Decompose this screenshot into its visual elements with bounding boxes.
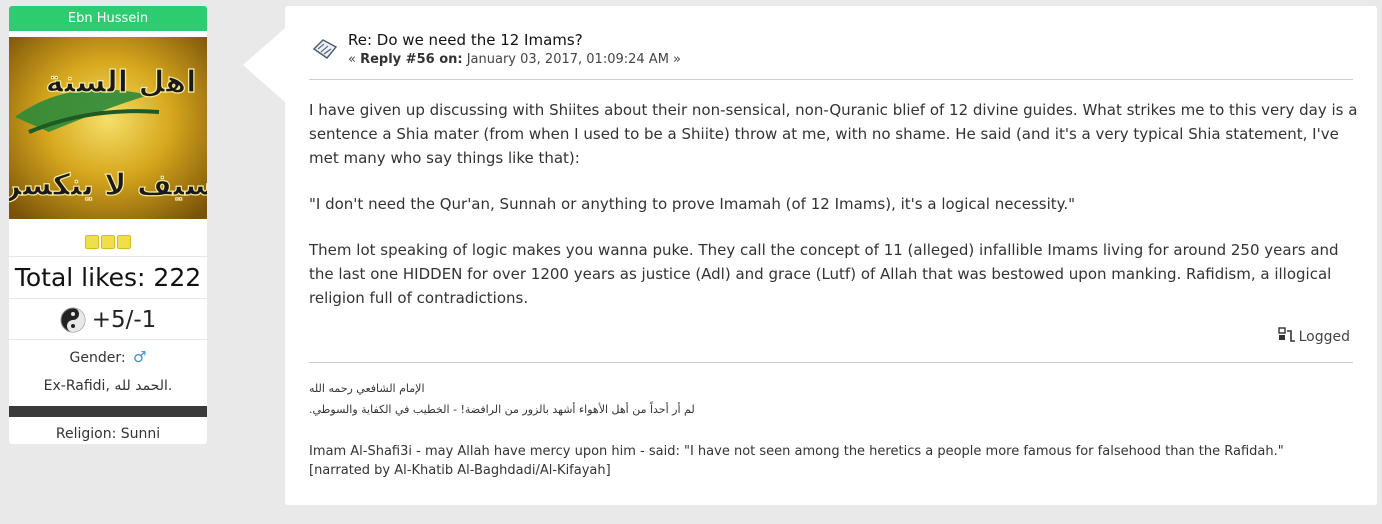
signature-arabic-1: الإمام الشافعي رحمه الله: [309, 382, 425, 395]
message-icon: [312, 39, 338, 59]
signature-english-1: Imam Al-Shafi3i - may Allah have mercy u…: [309, 444, 1284, 459]
username-link[interactable]: Ebn Hussein: [9, 6, 207, 31]
logged-label: Logged: [1298, 329, 1350, 345]
karma-value: +5/-1: [91, 307, 157, 333]
signature-arabic-2: لم أر أحداً من أهل الأهواء أشهد بالزور م…: [309, 403, 695, 416]
signature: الإمام الشافعي رحمه الله لم أر أحداً من …: [309, 378, 1349, 480]
post-container: Re: Do we need the 12 Imams? « Reply #56…: [243, 6, 1377, 505]
male-icon: ♂: [133, 348, 147, 366]
signature-quote: Imam Al-Shafi3i - may Allah have mercy u…: [309, 442, 1349, 480]
avatar-text-bottom: سيف لا ينكسر: [9, 168, 207, 203]
religion-field: Religion: Sunni: [55, 426, 161, 442]
personal-text: Ex-Rafidi, الحمد لله.: [43, 378, 173, 394]
karma: +5/-1: [9, 299, 207, 340]
divider: [9, 406, 207, 417]
ip-logged-icon: [1277, 327, 1295, 342]
signature-separator: [309, 362, 1353, 363]
avatar-text-top: اهل السنة: [46, 65, 197, 100]
avatar[interactable]: اهل السنة سيف لا ينكسر: [9, 37, 207, 219]
reply-number-link[interactable]: Reply #56 on:: [360, 52, 462, 67]
reply-info: « Reply #56 on: January 03, 2017, 01:09:…: [348, 52, 681, 67]
yin-yang-icon: [60, 307, 86, 333]
user-sidebar: Ebn Hussein اهل السنة سيف لا ينكسر Total…: [9, 6, 207, 444]
rank-stars: [9, 219, 207, 257]
reply-date: January 03, 2017, 01:09:24 AM »: [462, 52, 681, 67]
star-icon: [101, 234, 115, 249]
post-paragraph: "I don't need the Qur'an, Sunnah or anyt…: [309, 195, 1076, 213]
gender-row: Gender: ♂: [9, 340, 207, 372]
star-icon: [117, 234, 131, 249]
star-icon: [85, 234, 99, 249]
post-paragraph: I have given up discussing with Shiites …: [309, 101, 1358, 167]
post-header: Re: Do we need the 12 Imams? « Reply #56…: [309, 30, 1353, 80]
post-body: I have given up discussing with Shiites …: [309, 98, 1359, 332]
post-paragraph: Them lot speaking of logic makes you wan…: [309, 241, 1339, 307]
logged-indicator: Logged: [1277, 327, 1350, 345]
total-likes: Total likes: 222: [9, 257, 207, 299]
reply-prefix: «: [348, 52, 361, 67]
signature-english-2: [narrated by Al-Khatib Al-Baghdadi/Al-Ki…: [309, 463, 611, 478]
post-pointer: [243, 28, 285, 102]
gender-label: Gender:: [69, 350, 126, 366]
post-subject-link[interactable]: Re: Do we need the 12 Imams?: [348, 31, 583, 49]
